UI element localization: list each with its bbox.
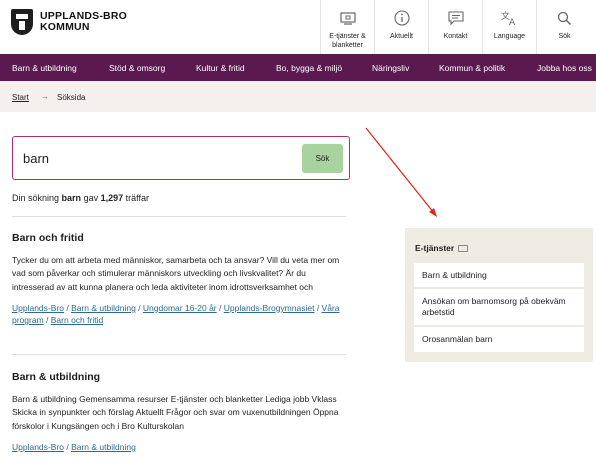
logo-line-2: KOMMUN [40, 21, 90, 33]
divider [12, 216, 346, 217]
result-text: Tycker du om att arbeta med människor, s… [12, 255, 340, 292]
result-link[interactable]: Upplands-Bro [12, 303, 64, 313]
tool-label: E-tjänster & blanketter [329, 33, 366, 49]
tool-sok[interactable]: Sök [536, 0, 592, 54]
link-separator: / [63, 441, 72, 452]
coat-of-arms-icon [11, 9, 33, 35]
info-icon [393, 9, 411, 27]
computer-icon [458, 244, 469, 252]
tool-label: Language [493, 33, 526, 40]
tool-label: Kontakt [443, 33, 468, 40]
summary-term: barn [61, 193, 82, 203]
nav-item-barn-utbildning[interactable]: Barn & utbildning [12, 63, 77, 73]
search-summary: Din sökning barn gav 1,297 träffar [12, 193, 149, 203]
result-link[interactable]: Barn & utbildning [71, 303, 136, 313]
summary-count: 1,297 [100, 193, 124, 203]
search-input[interactable]: barn [23, 151, 49, 166]
translate-icon: 文A [501, 9, 519, 27]
tool-label: Sök [558, 33, 571, 40]
svg-text:A: A [509, 18, 516, 26]
result-title[interactable]: Barn & utbildning [12, 371, 347, 383]
link-separator: / [216, 302, 224, 313]
etjanster-panel: E-tjänster Barn & utbildning Ansökan om … [405, 228, 593, 362]
result-title[interactable]: Barn och fritid [12, 232, 347, 244]
summary-mid: gav [83, 193, 99, 203]
etjanster-item[interactable]: Ansökan om barnomsorg på obekväm arbetst… [414, 289, 584, 325]
search-form: barn Sök [12, 136, 350, 180]
breadcrumb: Start → Söksida [0, 81, 596, 112]
header-tools: E-tjänster & blanketter Aktuellt Kontakt… [320, 0, 592, 54]
tool-aktuellt[interactable]: Aktuellt [374, 0, 428, 54]
nav-item-stod-omsorg[interactable]: Stöd & omsorg [109, 63, 165, 73]
tool-label: Aktuellt [390, 33, 413, 40]
etjanster-title-text: E-tjänster [415, 243, 455, 253]
result-text: Barn & utbildning Gemensamma resurser E-… [12, 394, 339, 431]
nav-item-naringsliv[interactable]: Näringsliv [372, 63, 409, 73]
summary-prefix: Din sökning [12, 193, 60, 203]
site-header: UPPLANDS-BRO KOMMUN E-tjänster & blanket… [0, 0, 596, 54]
nav-item-bo-bygga-miljo[interactable]: Bo, bygga & miljö [276, 63, 342, 73]
etjanster-item[interactable]: Orosanmälan barn [414, 327, 584, 352]
link-separator: / [135, 302, 143, 313]
breadcrumb-current: Söksida [57, 93, 86, 102]
tool-kontakt[interactable]: Kontakt [428, 0, 482, 54]
result-links: Upplands-Bro / Barn & utbildning [12, 441, 347, 453]
nav-item-kultur-fritid[interactable]: Kultur & fritid [196, 63, 245, 73]
tool-etjanster[interactable]: E-tjänster & blanketter [320, 0, 374, 54]
result-link[interactable]: Ungdomar 16-20 år [143, 303, 217, 313]
link-separator: / [63, 302, 72, 313]
nav-item-jobba-hos-oss[interactable]: Jobba hos oss [537, 63, 592, 73]
breadcrumb-start-link[interactable]: Start [12, 93, 29, 102]
computer-icon [339, 9, 357, 27]
main-nav: Barn & utbildning Stöd & omsorg Kultur &… [0, 54, 596, 81]
divider [12, 354, 346, 355]
etjanster-item[interactable]: Barn & utbildning [414, 263, 584, 287]
etjanster-title: E-tjänster [415, 243, 469, 253]
search-icon [556, 9, 574, 27]
result-link[interactable]: Barn och fritid [51, 315, 103, 325]
logo-text: UPPLANDS-BRO KOMMUN [40, 11, 127, 33]
search-button[interactable]: Sök [302, 144, 343, 173]
result-link[interactable]: Upplands-Bro [12, 442, 64, 452]
result-link[interactable]: Barn & utbildning [71, 442, 136, 452]
arrow-right-icon: → [41, 92, 49, 101]
tool-language[interactable]: 文A Language [482, 0, 536, 54]
search-result: Barn och fritid Tycker du om att arbeta … [12, 232, 347, 326]
link-separator: / [43, 314, 51, 325]
search-result: Barn & utbildning Barn & utbildning Geme… [12, 371, 347, 453]
summary-suffix: träffar [125, 193, 149, 203]
site-logo[interactable]: UPPLANDS-BRO KOMMUN [11, 9, 127, 35]
result-link[interactable]: Upplands-Brogymnasiet [224, 303, 315, 313]
result-links: Upplands-Bro / Barn & utbildning / Ungdo… [12, 302, 347, 326]
nav-item-kommun-politik[interactable]: Kommun & politik [439, 63, 505, 73]
chat-icon [447, 9, 465, 27]
link-separator: / [314, 302, 322, 313]
